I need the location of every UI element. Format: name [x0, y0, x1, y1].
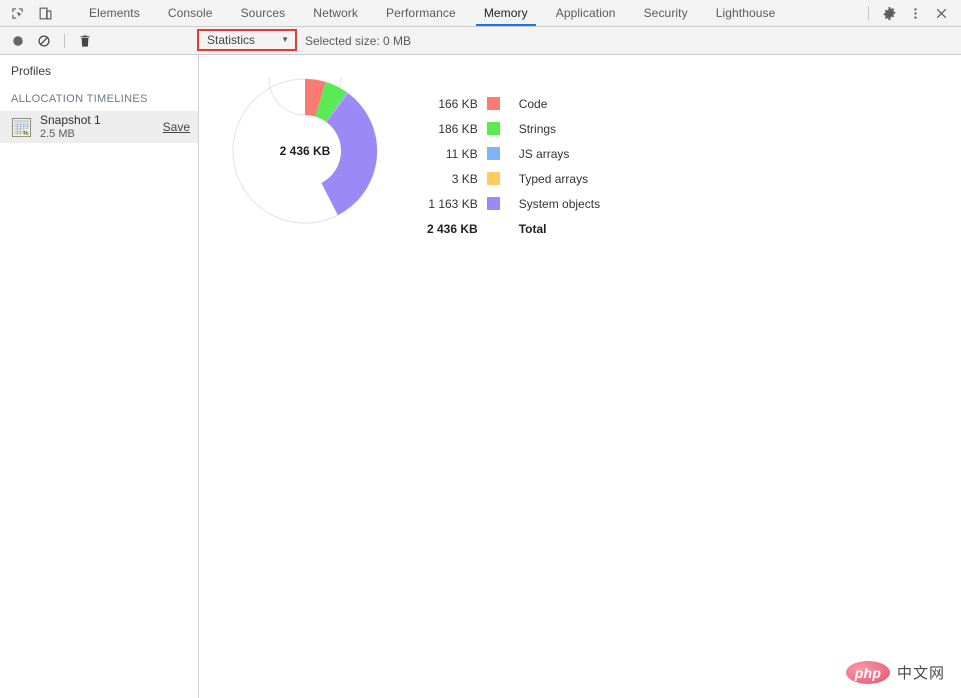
svg-text:%: % — [22, 130, 28, 137]
tab-label: Elements — [89, 6, 140, 20]
legend-size: 11 KB — [445, 146, 478, 161]
sidebar-item-text: Snapshot 1 2.5 MB — [40, 113, 157, 142]
legend-row: 186 KB Strings — [427, 116, 600, 141]
devtools-tab-list: Elements Console Sources Network Perform… — [75, 0, 866, 26]
legend-size: 3 KB — [451, 171, 478, 186]
legend-label: System objects — [518, 196, 601, 211]
inspect-element-icon[interactable] — [6, 2, 28, 24]
sidebar-section-allocation-timelines: ALLOCATION TIMELINES — [11, 93, 148, 105]
tab-label: Network — [313, 6, 359, 20]
tab-label: Lighthouse — [715, 6, 776, 20]
legend-color-swatch — [486, 97, 500, 110]
tab-label: Memory — [483, 6, 528, 20]
tab-security[interactable]: Security — [630, 0, 702, 26]
panel-content: Profiles ALLOCATION TIMELINES % Snapshot… — [0, 55, 961, 698]
view-select-highlight: Statistics ▼ — [197, 29, 297, 51]
tab-elements[interactable]: Elements — [75, 0, 154, 26]
tab-label: Performance — [386, 6, 456, 20]
tabbar-right-icons — [866, 0, 961, 26]
legend-color-swatch — [486, 122, 500, 135]
chevron-down-icon: ▼ — [281, 35, 289, 44]
clear-icon[interactable] — [34, 31, 54, 51]
legend-row: 166 KB Code — [427, 91, 600, 116]
legend-total-size: 2 436 KB — [427, 221, 478, 236]
toolbar-buttons — [0, 31, 95, 51]
legend-row-total: 2 436 KB Total — [427, 216, 600, 241]
tab-label: Console — [167, 6, 213, 20]
sidebar-item-name: Snapshot 1 — [40, 112, 101, 127]
tab-network[interactable]: Network — [299, 0, 372, 26]
close-icon[interactable] — [929, 1, 953, 25]
legend-swatch-cell — [486, 166, 519, 191]
legend-swatch-cell — [486, 141, 519, 166]
legend-label: Code — [518, 96, 548, 111]
legend-label: Typed arrays — [518, 171, 589, 186]
sidebar-title: Profiles — [11, 64, 52, 78]
legend-color-swatch — [486, 197, 500, 210]
gear-icon[interactable] — [877, 1, 901, 25]
devtools-window: Elements Console Sources Network Perform… — [0, 0, 961, 698]
php-logo-icon: php — [845, 661, 890, 684]
devtools-tabbar: Elements Console Sources Network Perform… — [0, 0, 961, 27]
tab-label: Security — [643, 6, 688, 20]
device-toolbar-icon[interactable] — [34, 2, 56, 24]
statistics-content: 2 436 KB 166 KB Code 186 KB Strings 11 K — [199, 55, 961, 698]
record-icon[interactable] — [8, 31, 28, 51]
watermark-text: 中文网 — [896, 665, 945, 682]
tabbar-left-icons — [0, 0, 75, 26]
more-vertical-icon[interactable] — [903, 1, 927, 25]
tab-performance[interactable]: Performance — [372, 0, 470, 26]
legend-swatch-cell-empty — [487, 216, 519, 241]
trash-icon[interactable] — [75, 31, 95, 51]
tab-application[interactable]: Application — [542, 0, 630, 26]
tab-console[interactable]: Console — [154, 0, 227, 26]
legend-size: 1 163 KB — [428, 196, 478, 211]
sidebar-item-snapshot-1[interactable]: % Snapshot 1 2.5 MB Save — [0, 111, 198, 143]
legend-swatch-cell — [486, 91, 519, 116]
selected-size-label: Selected size: 0 MB — [305, 33, 412, 48]
legend-row: 11 KB JS arrays — [427, 141, 600, 166]
tab-label: Application — [555, 6, 616, 20]
legend-row: 1 163 KB System objects — [427, 191, 600, 216]
watermark: php 中文网 — [845, 661, 945, 684]
statistics-legend: 166 KB Code 186 KB Strings 11 KB JS arra… — [427, 91, 600, 241]
sidebar-item-size: 2.5 MB — [40, 127, 75, 140]
memory-toolbar: Statistics ▼ Selected size: 0 MB — [0, 27, 961, 55]
legend-total-label: Total — [518, 221, 547, 236]
legend-swatch-cell — [486, 116, 519, 141]
legend-size: 186 KB — [438, 121, 478, 136]
heap-statistics-donut-chart — [232, 77, 378, 224]
heap-snapshot-icon: % — [10, 116, 32, 138]
statistics-view: 2 436 KB 166 KB Code 186 KB Strings 11 K — [199, 55, 961, 698]
legend-label: JS arrays — [518, 146, 570, 161]
tab-memory[interactable]: Memory — [470, 0, 542, 26]
legend-size: 166 KB — [438, 96, 478, 111]
legend-row: 3 KB Typed arrays — [427, 166, 600, 191]
legend-label: Strings — [518, 121, 557, 136]
toolbar-divider — [64, 33, 65, 48]
tab-label: Sources — [240, 6, 286, 20]
legend-color-swatch — [486, 147, 500, 160]
save-link[interactable]: Save — [163, 120, 190, 134]
view-select-value: Statistics — [207, 33, 256, 47]
view-select[interactable]: Statistics ▼ — [199, 31, 295, 49]
profiles-sidebar: Profiles ALLOCATION TIMELINES % Snapshot… — [0, 55, 199, 698]
tab-sources[interactable]: Sources — [227, 0, 300, 26]
tabbar-right-divider — [868, 6, 869, 20]
legend-color-swatch — [486, 172, 500, 185]
tab-lighthouse[interactable]: Lighthouse — [702, 0, 790, 26]
legend-swatch-cell — [486, 191, 519, 216]
